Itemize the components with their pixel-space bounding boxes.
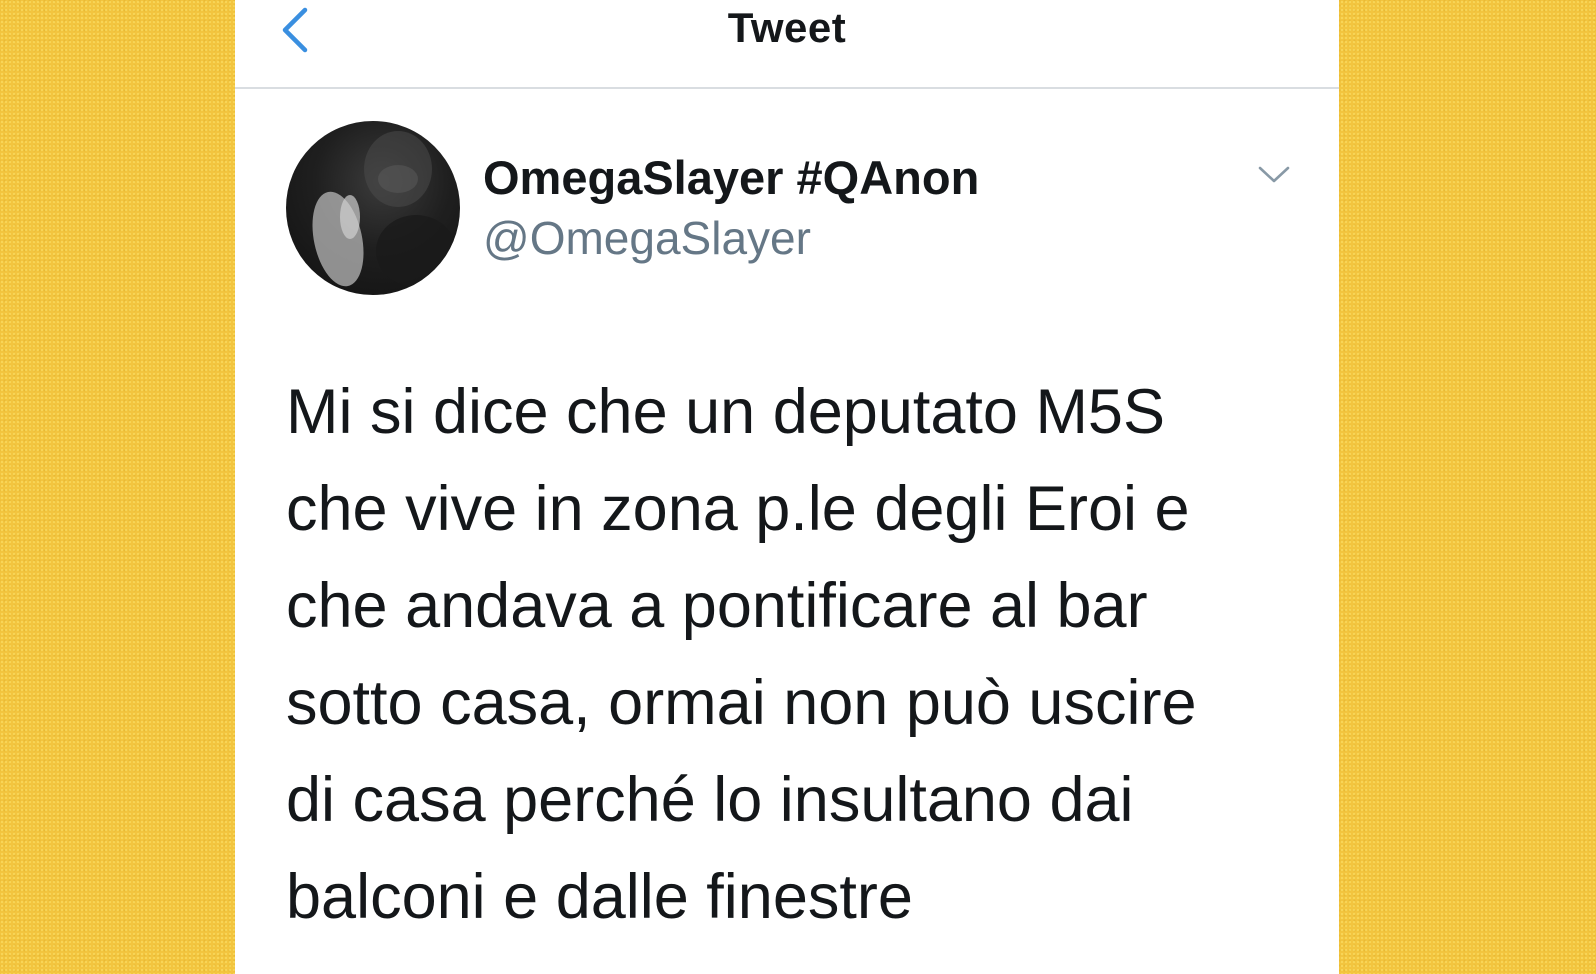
author-display-name[interactable]: OmegaSlayer #QAnon — [483, 150, 979, 205]
tweet-text: Mi si dice che un deputato M5S che vive … — [286, 377, 1197, 932]
chevron-down-icon — [1258, 166, 1290, 183]
tweet-card: Tweet OmegaSlayer #QAnon @OmegaSlayer Mi… — [235, 0, 1339, 974]
page-title: Tweet — [727, 4, 847, 51]
navigation-bar: Tweet — [235, 0, 1339, 89]
more-options-button[interactable] — [1257, 164, 1291, 186]
author-handle[interactable]: @OmegaSlayer — [483, 211, 811, 265]
avatar[interactable] — [286, 121, 460, 295]
avatar-image — [312, 131, 456, 287]
